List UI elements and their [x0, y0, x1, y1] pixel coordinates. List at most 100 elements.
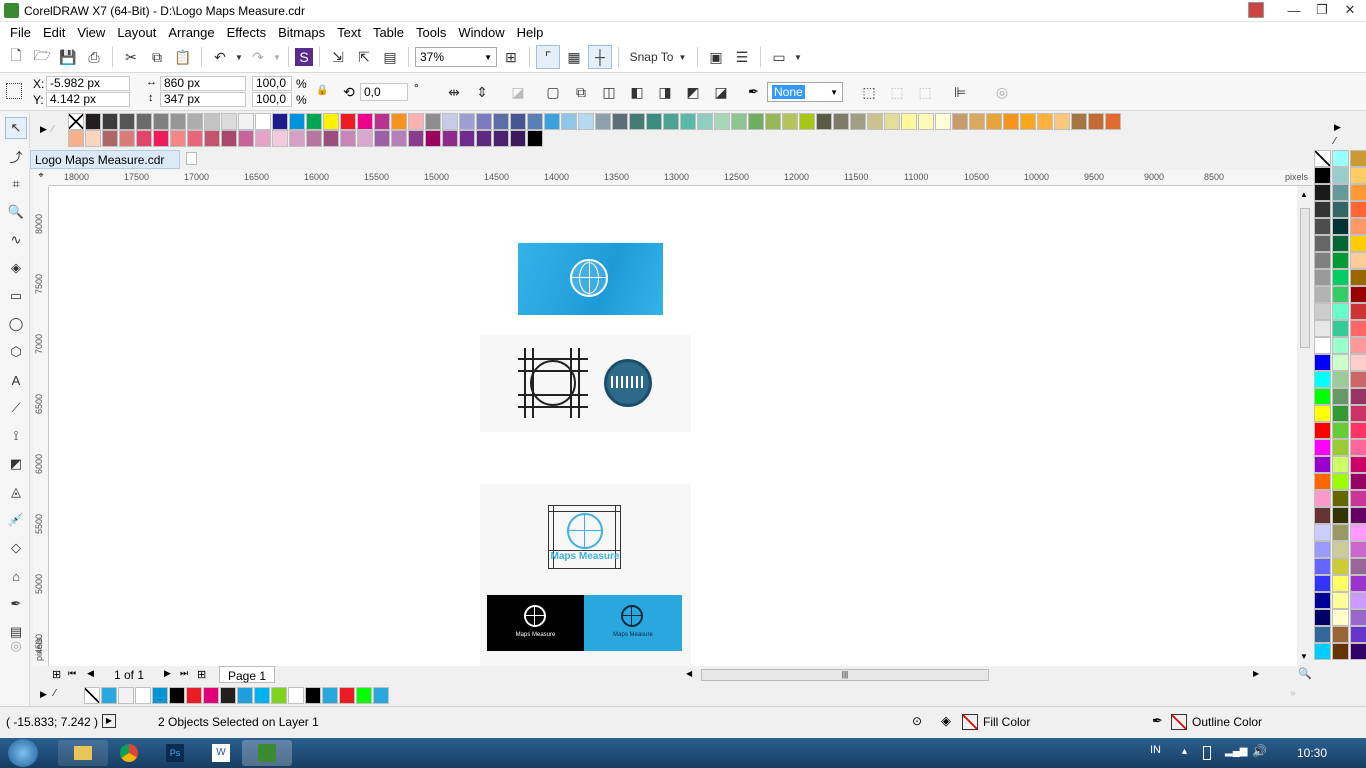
color-swatch[interactable] [476, 130, 492, 147]
color-swatch[interactable] [731, 113, 747, 130]
color-swatch[interactable] [408, 113, 424, 130]
horizontal-scroll-thumb[interactable]: ||| [701, 669, 989, 681]
color-swatch[interactable] [1332, 626, 1349, 643]
color-swatch[interactable] [1332, 150, 1349, 167]
copy-icon[interactable]: ⧉ [145, 45, 169, 69]
show-rulers-icon[interactable]: ⌜ [536, 45, 560, 69]
y-position-field[interactable]: 4.142 px [46, 92, 130, 107]
color-swatch[interactable] [85, 130, 101, 147]
color-swatch[interactable] [1350, 252, 1366, 269]
color-swatch[interactable] [238, 130, 254, 147]
menu-text[interactable]: Text [331, 25, 367, 40]
color-swatch[interactable] [510, 130, 526, 147]
color-swatch[interactable] [816, 113, 832, 130]
photoshop-taskbar-icon[interactable]: Ps [150, 740, 200, 766]
export-icon[interactable]: ⇱ [352, 45, 376, 69]
no-color-swatch[interactable] [84, 687, 100, 704]
no-color-swatch[interactable] [68, 113, 84, 130]
snap-to-dropdown[interactable]: Snap To ▼ [625, 45, 691, 69]
system-clock[interactable]: 10:30 [1297, 746, 1327, 760]
pick-tool-icon[interactable]: ↖ [5, 117, 27, 139]
color-swatch[interactable] [1332, 490, 1349, 507]
color-swatch[interactable] [1314, 507, 1331, 524]
save-icon[interactable]: 💾 [56, 45, 80, 69]
color-swatch[interactable] [1332, 439, 1349, 456]
menu-file[interactable]: File [4, 25, 37, 40]
color-swatch[interactable] [901, 113, 917, 130]
first-page-icon[interactable]: ⏮ [68, 668, 76, 679]
color-swatch[interactable] [782, 113, 798, 130]
logo-blue-tile[interactable] [518, 243, 663, 315]
color-swatch[interactable] [1350, 388, 1366, 405]
color-swatch[interactable] [1350, 473, 1366, 490]
color-swatch[interactable] [374, 113, 390, 130]
drop-shadow-icon[interactable]: ◩ [5, 453, 27, 475]
color-swatch[interactable] [1314, 558, 1331, 575]
color-swatch[interactable] [527, 113, 543, 130]
undo-icon[interactable]: ↶ [208, 45, 232, 69]
color-swatch[interactable] [340, 130, 356, 147]
color-swatch[interactable] [1332, 184, 1349, 201]
outline-width-select[interactable]: None ▼ [767, 82, 843, 102]
document-color-swatch[interactable] [322, 687, 338, 704]
color-swatch[interactable] [544, 113, 560, 130]
logo-framed-panel[interactable]: Maps Measure Maps Measure Maps Measure [480, 484, 691, 666]
smart-fill-bucket-icon[interactable]: ⌂ [5, 565, 27, 587]
mirror-vertical-icon[interactable]: ⇕ [470, 80, 494, 104]
color-swatch[interactable] [1332, 320, 1349, 337]
color-swatch[interactable] [1314, 524, 1331, 541]
color-swatch[interactable] [1314, 303, 1331, 320]
color-swatch[interactable] [1350, 456, 1366, 473]
vertical-scroll-thumb[interactable] [1300, 208, 1310, 348]
network-signal-icon[interactable]: ▂▄▆ [1225, 746, 1247, 757]
color-swatch[interactable] [1332, 558, 1349, 575]
menu-arrange[interactable]: Arrange [162, 25, 220, 40]
color-swatch[interactable] [1314, 456, 1331, 473]
show-grid-icon[interactable]: ▦ [562, 45, 586, 69]
color-swatch[interactable] [442, 130, 458, 147]
color-swatch[interactable] [1314, 575, 1331, 592]
color-swatch[interactable] [714, 113, 730, 130]
menu-edit[interactable]: Edit [37, 25, 71, 40]
color-swatch[interactable] [952, 113, 968, 130]
color-swatch[interactable] [1314, 354, 1331, 371]
publish-pdf-icon[interactable]: ▤ [378, 45, 402, 69]
input-language[interactable]: IN [1150, 744, 1161, 756]
color-swatch[interactable] [1332, 609, 1349, 626]
intersect-icon[interactable]: ◨ [653, 80, 677, 104]
full-screen-preview-icon[interactable]: ⊞ [499, 45, 523, 69]
color-proof-icon[interactable]: ⊙ [912, 714, 922, 728]
color-swatch[interactable] [85, 113, 101, 130]
menu-view[interactable]: View [71, 25, 111, 40]
menu-window[interactable]: Window [452, 25, 510, 40]
color-swatch[interactable] [1350, 167, 1366, 184]
outline-pen-status-icon[interactable]: ✒ [1152, 713, 1163, 729]
color-swatch[interactable] [1350, 490, 1366, 507]
drawing-canvas[interactable]: Maps Measure Maps Measure Maps Measure [49, 186, 1297, 666]
color-swatch[interactable] [1314, 422, 1331, 439]
rotation-angle-field[interactable]: 0,0 [360, 83, 408, 101]
align-distribute-icon[interactable]: ⊫ [948, 80, 972, 104]
transparency-tool-icon[interactable]: ◬ [5, 481, 27, 503]
color-swatch[interactable] [221, 130, 237, 147]
color-swatch[interactable] [408, 130, 424, 147]
word-taskbar-icon[interactable]: W [196, 740, 246, 766]
color-eyedropper-icon[interactable]: 💉 [5, 509, 27, 531]
color-swatch[interactable] [1350, 303, 1366, 320]
last-page-icon[interactable]: ⏭ [180, 668, 188, 679]
color-swatch[interactable] [1314, 201, 1331, 218]
document-color-swatch[interactable] [254, 687, 270, 704]
color-swatch[interactable] [493, 130, 509, 147]
trim-icon[interactable]: ◧ [625, 80, 649, 104]
color-swatch[interactable] [1332, 218, 1349, 235]
right-palette-eyedropper-icon[interactable]: ⁄ [1334, 136, 1336, 147]
undo-dropdown-icon[interactable]: ▼ [234, 45, 244, 69]
color-swatch[interactable] [578, 113, 594, 130]
color-swatch[interactable] [1314, 388, 1331, 405]
color-swatch[interactable] [204, 130, 220, 147]
color-swatch[interactable] [1314, 473, 1331, 490]
color-swatch[interactable] [1314, 490, 1331, 507]
mirror-horizontal-icon[interactable]: ⇹ [442, 80, 466, 104]
color-swatch[interactable] [170, 113, 186, 130]
scroll-down-icon[interactable]: ▼ [1300, 652, 1308, 661]
